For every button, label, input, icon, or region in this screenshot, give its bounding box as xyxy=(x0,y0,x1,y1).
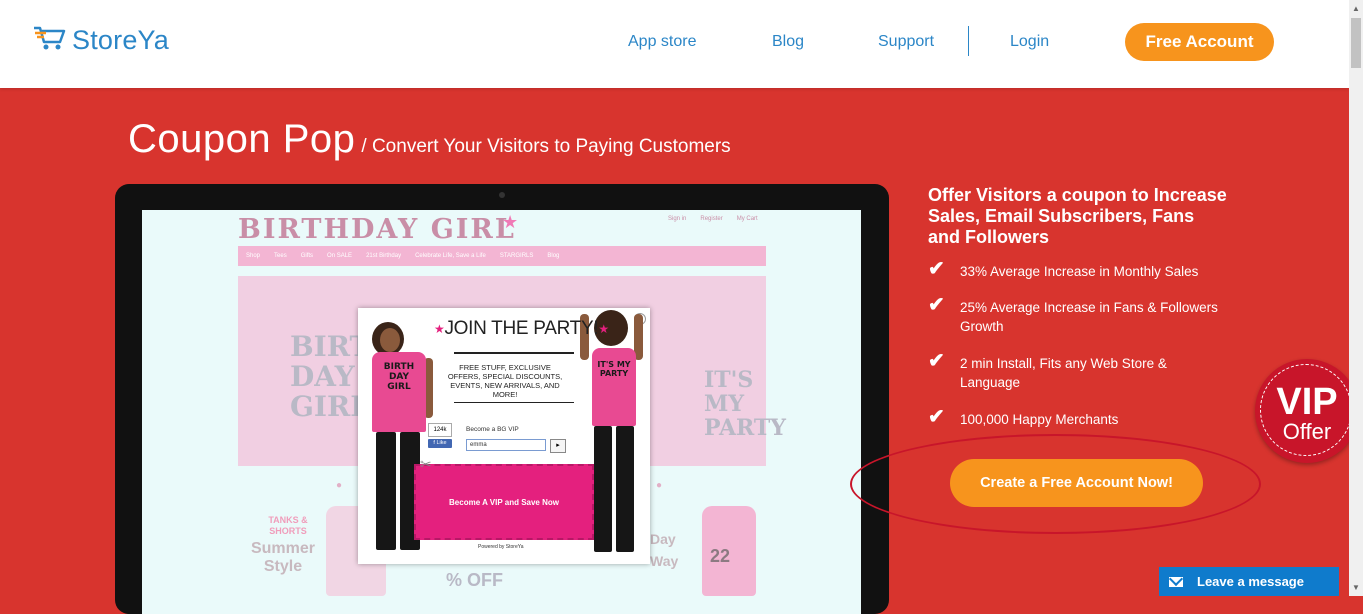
envelope-icon xyxy=(1169,576,1183,587)
popup-title-text: JOIN THE PARTY! xyxy=(444,318,599,339)
facebook-icon: f xyxy=(433,440,435,446)
feature-item: ✔ 2 min Install, Fits any Web Store & La… xyxy=(928,350,1228,410)
preview-day-way-label: Day Way xyxy=(650,531,679,569)
preview-shirt-number: 22 xyxy=(710,546,731,566)
vertical-scrollbar[interactable]: ▲ ▼ xyxy=(1349,0,1363,596)
cart-icon xyxy=(32,24,68,57)
feature-item: ✔ 100,000 Happy Merchants xyxy=(928,406,1228,434)
logo-text: StoreYa xyxy=(72,25,169,55)
preview-menu-item: 21st Birthday xyxy=(366,253,402,259)
checkmark-icon: ✔ xyxy=(928,258,945,280)
page-title-main: Coupon Pop xyxy=(128,117,356,161)
leave-message-chat-button[interactable]: Leave a message xyxy=(1159,567,1339,596)
top-navigation-bar: StoreYa App store Blog Support Login Fre… xyxy=(0,0,1349,88)
star-icon: ★ xyxy=(598,321,609,336)
preview-bullet: ● xyxy=(336,480,343,491)
vip-email-input[interactable]: emma xyxy=(466,439,546,451)
preview-menu-item: On SALE xyxy=(327,253,353,259)
preview-menu-item: Celebrate Life, Save a Life xyxy=(415,253,486,259)
facebook-like-widget[interactable]: 124k f Like xyxy=(428,423,452,448)
vip-badge-subtitle: Offer xyxy=(1282,419,1332,444)
page-title: Coupon Pop / Convert Your Visitors to Pay… xyxy=(128,117,731,162)
laptop-preview: BIRTHDAY GIRL ★ Sign in Register My Cart… xyxy=(115,184,889,614)
facebook-like-button[interactable]: f Like xyxy=(428,439,452,448)
preview-link-sign-in: Sign in xyxy=(668,216,687,222)
nav-blog[interactable]: Blog xyxy=(772,33,804,51)
feature-item: ✔ 25% Average Increase in Fans & Followe… xyxy=(928,294,1228,354)
feature-text: 33% Average Increase in Monthly Sales xyxy=(960,264,1199,279)
facebook-like-label: Like xyxy=(436,440,447,446)
popup-divider xyxy=(454,402,574,403)
preview-menu-item: Tees xyxy=(274,253,287,259)
popup-divider xyxy=(454,352,574,354)
preview-tanks-label: TANKS & SHORTS xyxy=(268,515,308,536)
feature-text: 2 min Install, Fits any Web Store & Lang… xyxy=(960,356,1167,390)
nav-support[interactable]: Support xyxy=(878,33,934,51)
preview-menu-item: Blog xyxy=(547,253,560,259)
become-vip-button[interactable]: Become A VIP and Save Now xyxy=(414,464,594,540)
feature-text: 25% Average Increase in Fans & Followers… xyxy=(960,300,1218,334)
offer-headline: Offer Visitors a coupon to Increase Sale… xyxy=(928,185,1227,247)
vip-offer-badge[interactable]: VIP Offer xyxy=(1255,359,1359,463)
preview-link-register: Register xyxy=(700,216,723,222)
model-left-shirt-text: BIRTH DAY GIRL xyxy=(383,362,415,392)
preview-menu: Shop Tees Gifts On SALE 21st Birthday Ce… xyxy=(238,246,766,266)
leave-message-label: Leave a message xyxy=(1197,574,1304,589)
star-icon: ★ xyxy=(502,212,519,232)
page-title-subtitle: / Convert Your Visitors to Paying Custom… xyxy=(361,136,731,157)
preview-shirt-text-right: IT'S MY PARTY xyxy=(704,367,786,441)
preview-menu-item: STARGIRLS xyxy=(499,253,534,259)
checkmark-icon: ✔ xyxy=(928,406,945,428)
star-icon: ★ xyxy=(434,321,445,336)
vip-signup-label: Become a BG VIP xyxy=(466,426,519,433)
facebook-like-count: 124k xyxy=(428,423,452,437)
powered-by-label: Powered by StoreYa xyxy=(478,544,524,550)
popup-title: ★JOIN THE PARTY!★ xyxy=(434,318,609,340)
scroll-down-arrow-icon[interactable]: ▼ xyxy=(1352,583,1360,592)
nav-divider xyxy=(968,26,969,56)
laptop-camera xyxy=(499,192,505,198)
preview-link-cart: My Cart xyxy=(736,216,758,222)
free-account-button[interactable]: Free Account xyxy=(1125,23,1274,61)
scroll-thumb[interactable] xyxy=(1351,18,1361,68)
popup-description: FREE STUFF, EXCLUSIVE OFFERS, SPECIAL DI… xyxy=(447,363,563,399)
preview-off-label: % OFF xyxy=(446,570,503,590)
feature-list: ✔ 33% Average Increase in Monthly Sales … xyxy=(928,258,1228,434)
model-right-shirt-text: IT'S MY PARTY xyxy=(597,360,631,378)
preview-store-name: BIRTHDAY GIRL xyxy=(238,214,516,245)
vip-badge-title: VIP xyxy=(1276,381,1338,423)
vip-submit-arrow-icon[interactable]: ▸ xyxy=(550,439,566,453)
scissors-icon: ✂ xyxy=(420,456,432,472)
nav-app-store[interactable]: App store xyxy=(628,33,696,51)
checkmark-icon: ✔ xyxy=(928,294,945,316)
preview-summer-label: Summer Style xyxy=(250,540,316,575)
feature-item: ✔ 33% Average Increase in Monthly Sales xyxy=(928,258,1228,298)
preview-menu-item: Shop xyxy=(246,253,261,259)
create-free-account-button[interactable]: Create a Free Account Now! xyxy=(950,459,1203,507)
coupon-popup: ✕ BIRTH DAY GIRL IT'S MY PARTY xyxy=(358,308,650,564)
storeya-logo[interactable]: StoreYa xyxy=(32,24,169,57)
laptop-screen: BIRTHDAY GIRL ★ Sign in Register My Cart… xyxy=(142,210,861,614)
nav-login[interactable]: Login xyxy=(1010,33,1049,51)
feature-text: 100,000 Happy Merchants xyxy=(960,412,1119,427)
checkmark-icon: ✔ xyxy=(928,350,945,372)
preview-bullet: ● xyxy=(656,480,663,491)
scroll-up-arrow-icon[interactable]: ▲ xyxy=(1352,4,1360,13)
preview-menu-item: Gifts xyxy=(300,253,314,259)
preview-top-links: Sign in Register My Cart xyxy=(668,216,758,222)
